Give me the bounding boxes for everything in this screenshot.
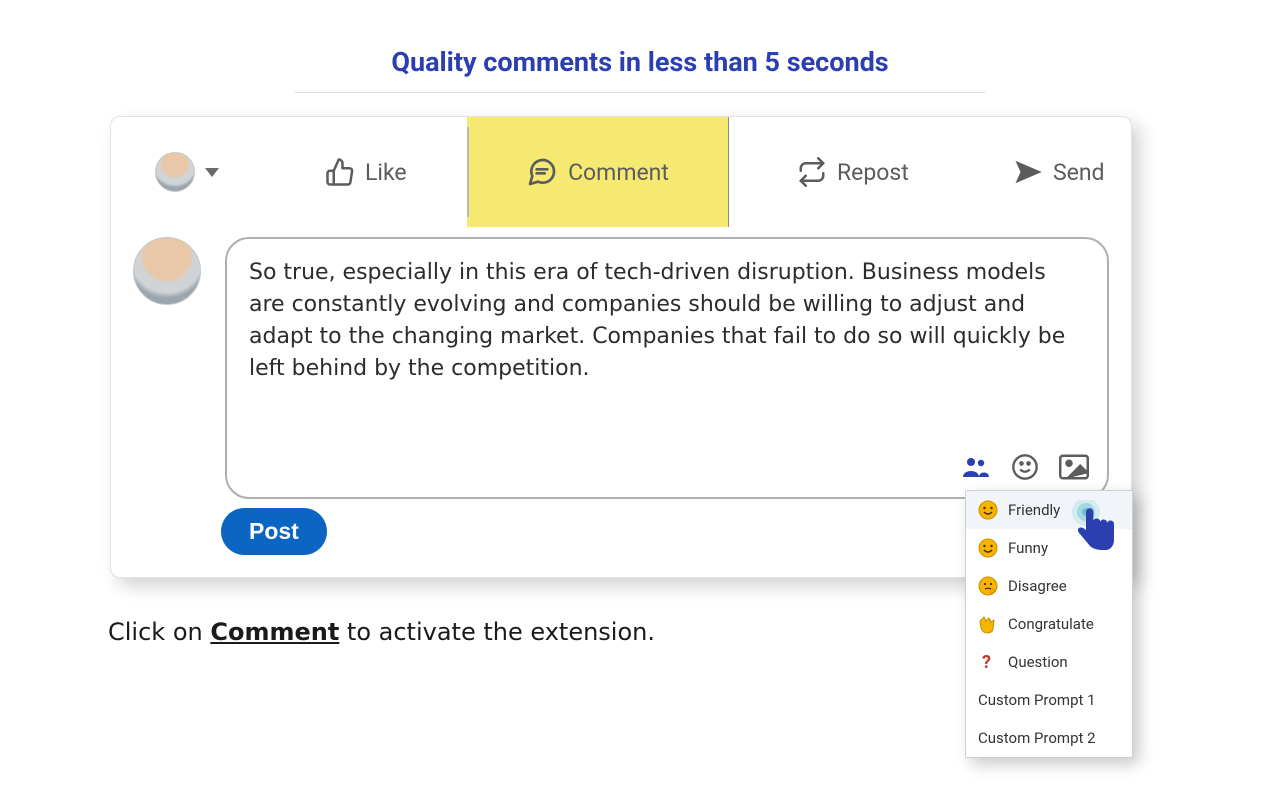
avatar-large xyxy=(133,237,201,305)
grin-emoji-icon xyxy=(978,538,998,558)
headline: Quality comments in less than 5 seconds xyxy=(0,0,1280,78)
svg-text:?: ? xyxy=(982,652,991,672)
dropdown-item-congratulate[interactable]: Congratulate xyxy=(966,605,1132,643)
comment-label: Comment xyxy=(568,159,669,186)
dropdown-item-label: Custom Prompt 1 xyxy=(978,691,1096,709)
comment-row: So true, especially in this era of tech-… xyxy=(133,237,1109,499)
comment-button[interactable]: Comment xyxy=(467,117,729,227)
repost-icon xyxy=(797,157,827,187)
dropdown-item-label: Friendly xyxy=(1008,501,1060,519)
question-emoji-icon: ? xyxy=(978,652,998,672)
like-label: Like xyxy=(365,159,407,186)
instruction-text: Click on Comment to activate the extensi… xyxy=(108,618,655,646)
instruction-emphasis: Comment xyxy=(210,618,339,646)
dropdown-item-funny[interactable]: Funny xyxy=(966,529,1132,567)
headline-underline xyxy=(295,92,985,93)
avatar-small[interactable] xyxy=(155,152,195,192)
thumbs-up-icon xyxy=(325,157,355,187)
comment-text: So true, especially in this era of tech-… xyxy=(249,257,1085,385)
dropdown-item-custom-prompt-2[interactable]: Custom Prompt 2 xyxy=(966,719,1132,757)
actions-row: Like Comment Repost xyxy=(111,117,1131,227)
image-icon[interactable] xyxy=(1059,454,1089,484)
dropdown-item-custom-prompt-1[interactable]: Custom Prompt 1 xyxy=(966,681,1132,719)
dropdown-item-friendly[interactable]: Friendly xyxy=(966,491,1132,529)
think-emoji-icon xyxy=(978,576,998,596)
dropdown-item-label: Congratulate xyxy=(1008,615,1094,633)
send-button[interactable]: Send xyxy=(983,117,1135,227)
repost-button[interactable]: Repost xyxy=(767,117,939,227)
send-icon xyxy=(1013,157,1043,187)
dropdown-item-label: Custom Prompt 2 xyxy=(978,729,1096,747)
comment-toolbar xyxy=(961,453,1089,485)
post-button[interactable]: Post xyxy=(221,508,327,555)
dropdown-item-label: Question xyxy=(1008,653,1068,671)
instruction-suffix: to activate the extension. xyxy=(339,618,655,646)
avatar-dropdown-caret[interactable] xyxy=(205,168,219,177)
like-button[interactable]: Like xyxy=(295,117,437,227)
smile-emoji-icon xyxy=(978,500,998,520)
comment-icon xyxy=(526,156,558,188)
dropdown-item-disagree[interactable]: Disagree xyxy=(966,567,1132,605)
dropdown-item-label: Funny xyxy=(1008,539,1048,557)
instruction-prefix: Click on xyxy=(108,618,210,646)
dropdown-item-label: Disagree xyxy=(1008,577,1067,595)
send-label: Send xyxy=(1053,159,1105,186)
comment-textarea[interactable]: So true, especially in this era of tech-… xyxy=(225,237,1109,499)
emoji-icon[interactable] xyxy=(1011,453,1039,485)
repost-label: Repost xyxy=(837,159,909,186)
clap-emoji-icon xyxy=(978,614,998,634)
dropdown-item-question[interactable]: ? Question xyxy=(966,643,1132,681)
tag-people-icon[interactable] xyxy=(961,455,991,483)
prompt-dropdown: Friendly Funny Disagree Congratulate? Questi… xyxy=(965,490,1133,758)
